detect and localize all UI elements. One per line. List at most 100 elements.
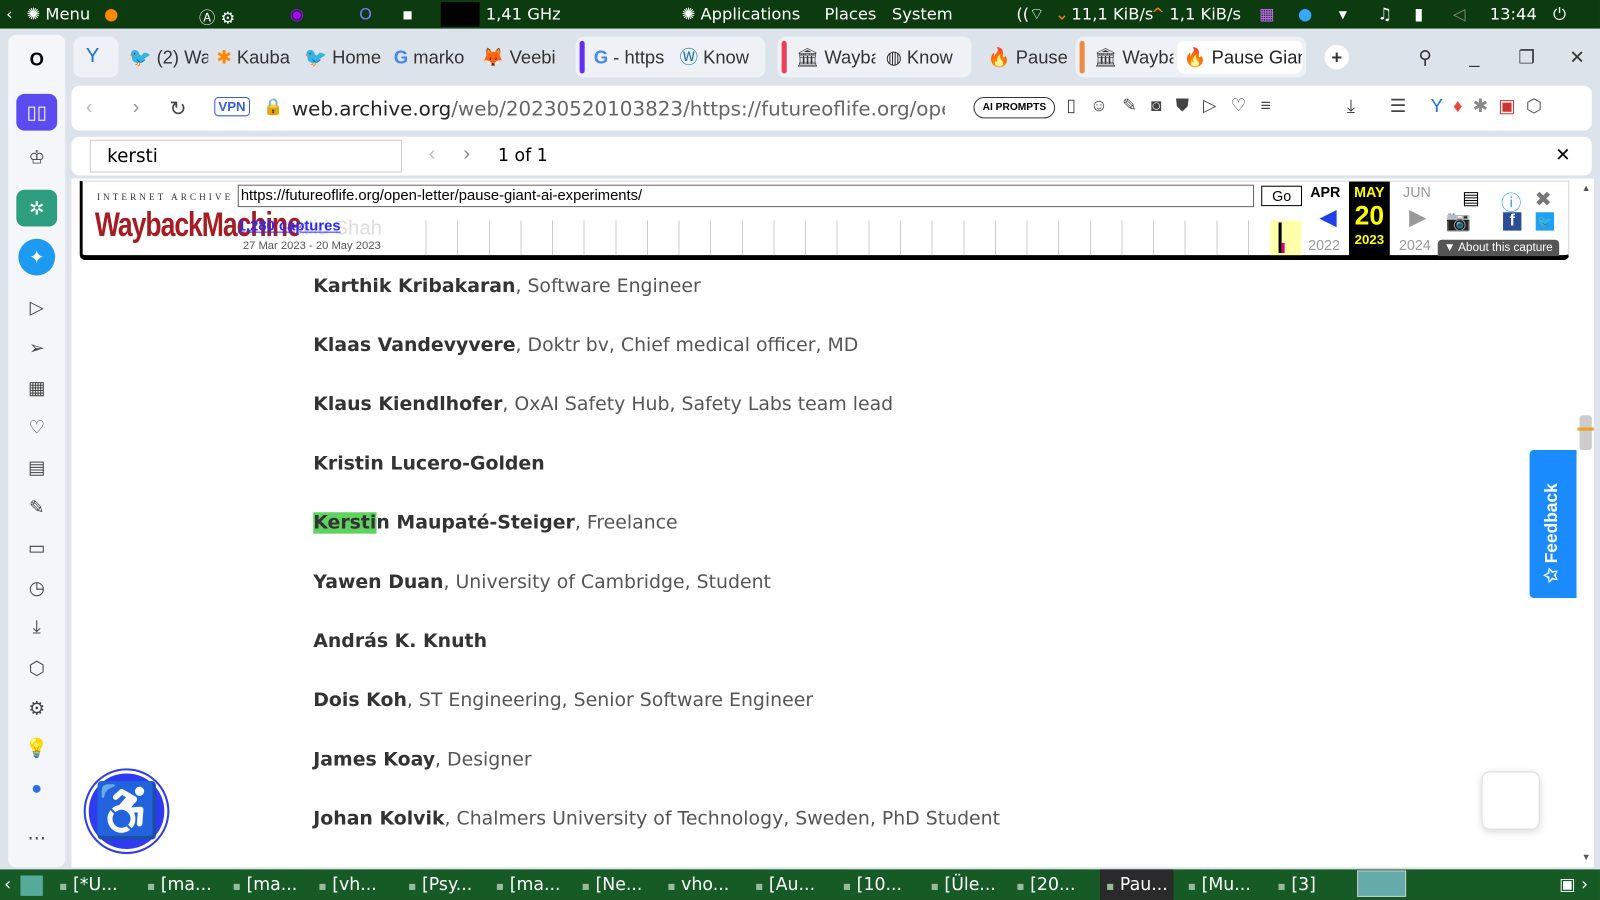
facebook-icon[interactable]: f <box>1503 212 1522 231</box>
captures-link[interactable]: 1,280 captures <box>238 218 341 234</box>
system-menu[interactable]: System <box>892 4 953 23</box>
prev-month-link[interactable]: APR <box>1310 184 1340 200</box>
scrollbar[interactable]: ▲ ▼ <box>1577 178 1594 868</box>
apps-grid-icon[interactable]: ▦ <box>24 376 48 400</box>
close-window-button[interactable]: ✕ <box>1563 41 1584 74</box>
chat-icon[interactable]: ● <box>24 776 48 800</box>
heart-icon[interactable]: ♡ <box>24 415 48 439</box>
address-toolbar-icons[interactable]: ▯☺✎◙⛊▷♡≡ <box>1066 96 1285 116</box>
taskbar-window-button[interactable]: ▪ [vh... <box>318 874 376 894</box>
prev-year[interactable]: 2022 <box>1308 237 1340 253</box>
feedback-button[interactable]: ✩ Feedback <box>1529 449 1577 598</box>
screenshot-capture-icon[interactable]: 📷 <box>1446 208 1471 234</box>
tab-search-icon[interactable]: ⚲ <box>1412 41 1431 74</box>
tab[interactable]: Ⓦ Know <box>673 41 759 74</box>
next-year[interactable]: 2024 <box>1399 237 1431 253</box>
volume-muted-icon[interactable]: ◁ <box>1453 4 1466 23</box>
taskbar-window-button[interactable]: ▪ Pau... <box>1099 869 1174 900</box>
easy-setup-icon[interactable]: ☰ <box>1390 96 1406 117</box>
close-wayback-icon[interactable]: ✖ <box>1535 187 1552 213</box>
taskbar-window-button[interactable]: ▪ [20... <box>1016 874 1075 894</box>
power-icon[interactable]: ⏻ <box>1553 4 1566 24</box>
tab-active[interactable]: 🔥 Pause Gian <box>1177 40 1303 74</box>
find-input[interactable]: kersti <box>89 139 403 173</box>
next-month[interactable]: JUN <box>1403 184 1431 200</box>
network-icon[interactable]: ▾ <box>1339 4 1347 23</box>
news-icon[interactable]: ▤ <box>24 455 48 479</box>
tab-vivaldi-pinned[interactable]: Y <box>73 36 119 78</box>
show-desktop-button[interactable] <box>20 875 43 896</box>
audio-app-icon[interactable]: ▦ <box>1259 4 1274 23</box>
downloads-icon[interactable]: ⤓ <box>24 614 48 638</box>
taskbar-window-button[interactable]: ▪ [ma... <box>496 874 561 894</box>
menu-button[interactable]: ✺ Menu <box>27 4 91 23</box>
back-button[interactable]: ‹ <box>86 96 93 119</box>
tips-bulb-icon[interactable]: 💡 <box>24 736 48 760</box>
panel-collapse-button[interactable]: ‹ <box>6 4 13 23</box>
taskbar-window-button[interactable]: ▪ [Psy... <box>408 874 472 894</box>
scrollbar-thumb[interactable] <box>1579 415 1592 450</box>
twitter-icon[interactable]: ✦ <box>18 238 56 276</box>
workspace-switcher[interactable] <box>1357 870 1407 897</box>
crown-icon[interactable]: ♔ <box>24 145 48 169</box>
tab[interactable]: 🐦 (2) Wa <box>122 41 209 74</box>
taskbar-window-button[interactable]: ▪ [10... <box>843 874 902 894</box>
chat-widget-button[interactable] <box>1481 771 1540 830</box>
chatgpt-icon[interactable]: ✲ <box>16 189 58 227</box>
new-tab-button[interactable]: + <box>1324 44 1349 70</box>
telegram-icon[interactable]: ● <box>1298 4 1312 23</box>
reader-icon[interactable]: ▯▯ <box>16 93 58 131</box>
taskbar-window-button[interactable]: ▪ [Üle... <box>931 874 996 894</box>
maximize-button[interactable]: ❐ <box>1512 41 1534 74</box>
player-icon[interactable]: ▷ <box>24 295 48 319</box>
tab[interactable]: G - https <box>588 41 670 74</box>
taskbar-window-button[interactable]: ▪ [Au... <box>755 874 815 894</box>
forward-button[interactable]: › <box>133 96 140 119</box>
tab[interactable]: ◍ Know <box>880 41 966 74</box>
wayback-go-button[interactable]: Go <box>1261 185 1303 207</box>
accessibility-launcher-icon[interactable]: Ⓐ ⚙ <box>199 4 235 28</box>
firefox-icon[interactable]: ● <box>104 4 118 23</box>
opera-logo-icon[interactable]: O <box>24 47 48 71</box>
download-icon[interactable]: ⤓ <box>1347 96 1355 117</box>
prev-capture-arrow[interactable]: ◀ <box>1319 204 1336 231</box>
more-icon[interactable]: ⋯ <box>24 826 48 850</box>
send-icon[interactable]: ➢ <box>24 336 48 360</box>
reload-button[interactable]: ↻ <box>169 96 186 122</box>
extensions-cube-icon[interactable]: ⬡ <box>24 656 48 680</box>
taskbar-window-button[interactable]: ▪ [ma... <box>147 874 212 894</box>
taskbar-window-button[interactable]: ▪ [Mu... <box>1188 874 1251 894</box>
url-field[interactable]: web.archive.org/web/20230520103823/https… <box>292 97 945 120</box>
places-menu[interactable]: Places <box>824 4 876 23</box>
taskbar-scroll-left[interactable]: ‹ <box>4 874 11 894</box>
tab[interactable]: G marko <box>388 41 474 74</box>
taskbar-window-button[interactable]: ▪ vho... <box>667 874 729 894</box>
edit-icon[interactable]: ✎ <box>24 495 48 519</box>
tray-icons[interactable]: ▣ › <box>1559 874 1588 894</box>
tab[interactable]: 🏛 Wayba <box>1088 41 1174 74</box>
find-previous-button[interactable]: ‹ <box>429 143 436 166</box>
settings-icon[interactable]: ⚙ <box>24 696 48 720</box>
find-close-button[interactable]: ✕ <box>1555 145 1570 166</box>
tab[interactable]: 🐦 Home <box>298 41 384 74</box>
taskbar-window-button[interactable]: ▪ [*U... <box>59 874 118 894</box>
twitter-share-icon[interactable]: 🐦 <box>1535 212 1555 231</box>
wayback-url-input[interactable]: https://futureoflife.org/open-letter/pau… <box>237 184 1255 208</box>
find-next-button[interactable]: › <box>463 143 470 166</box>
taskbar-window-button[interactable]: ▪ [Ne... <box>582 874 643 894</box>
web-capture-icon[interactable]: ▤ <box>1462 188 1479 209</box>
lock-icon[interactable]: 🔒 <box>263 97 283 117</box>
accessibility-icon[interactable]: ♿ <box>85 770 168 853</box>
notification-icon[interactable]: ♫ <box>1378 4 1393 23</box>
taskbar-window-button[interactable]: ▪ [ma... <box>233 874 298 894</box>
terminal-icon[interactable]: ▪ <box>402 4 413 23</box>
tabs-icon[interactable]: ▭ <box>24 536 48 560</box>
tor-icon[interactable]: ◉ <box>290 4 304 23</box>
clock[interactable]: 13:44 <box>1490 4 1537 23</box>
tab[interactable]: ✱ Kauba <box>210 41 296 74</box>
vpn-badge[interactable]: VPN <box>214 96 250 117</box>
next-capture-arrow[interactable]: ▶ <box>1409 204 1426 231</box>
extension-icons[interactable]: Y♦✱▣⬡ <box>1431 96 1552 117</box>
tab[interactable]: 🔥 Pause <box>982 41 1068 74</box>
taskbar-window-button[interactable]: ▪ [3] <box>1278 874 1316 894</box>
